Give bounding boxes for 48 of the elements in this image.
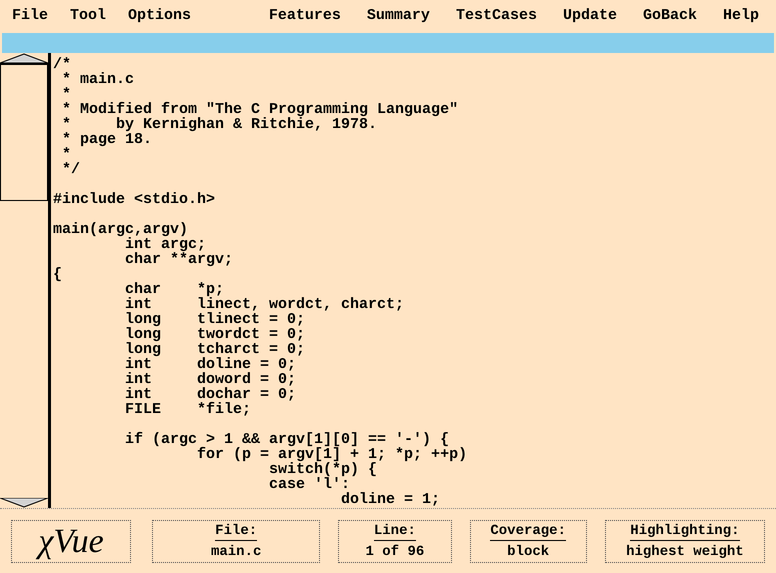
status-label: File:: [215, 522, 258, 540]
status-value: main.c: [210, 542, 262, 560]
menu-item[interactable]: Summary: [366, 5, 430, 28]
code-line: *: [61, 87, 72, 102]
menu-item[interactable]: Help: [722, 5, 759, 28]
menu-item[interactable]: Update: [562, 5, 617, 28]
code-line: long tcharct = 0;: [124, 342, 306, 357]
code-line: case 'l':: [268, 477, 350, 492]
code-line: * Modified from "The C Programming Language": [61, 102, 460, 117]
scrollbar[interactable]: [0, 53, 51, 508]
status-label: Highlighting:: [630, 522, 740, 540]
code-line: * by Kernighan & Ritchie, 1978.: [61, 117, 378, 132]
menu-item[interactable]: File: [12, 5, 48, 28]
code-line: int doline = 0;: [124, 357, 298, 372]
code-line: main(argc,argv): [53, 222, 190, 237]
code-line: int doword = 0;: [124, 372, 298, 387]
code-line: if (argc > 1 && argv[1][0] == '-') {: [124, 432, 450, 447]
status-value: block: [507, 542, 550, 560]
code-line: FILE *file;: [124, 402, 252, 417]
status-label: Line:: [374, 522, 416, 540]
menu-item[interactable]: GoBack: [642, 5, 697, 28]
code-line: char *p;: [124, 282, 224, 297]
scroll-down-icon[interactable]: [0, 498, 48, 508]
code-line: switch(*p) {: [268, 462, 378, 477]
menu-item[interactable]: TestCases: [456, 5, 537, 28]
code-line: #include <stdio.h>: [53, 192, 216, 207]
code-line: /*: [53, 57, 72, 72]
menu-item[interactable]: Features: [268, 5, 341, 28]
code-line: long twordct = 0;: [124, 327, 306, 342]
code-line: char **argv;: [124, 252, 234, 267]
code-line: *: [61, 147, 72, 162]
code-line: int linect, wordct, charct;: [124, 297, 406, 312]
logo: χVue: [11, 520, 132, 562]
status-label: Coverage:: [490, 522, 566, 540]
code-line: int argc;: [125, 237, 206, 252]
menu-item[interactable]: Options: [128, 5, 192, 28]
menu-item[interactable]: Tool: [70, 5, 106, 28]
code-line: for (p = argv[1] + 1; *p; ++p): [196, 447, 468, 462]
status-value: highest weight: [626, 542, 744, 560]
code-line: int dochar = 0;: [124, 387, 298, 402]
code-line: */: [61, 162, 82, 177]
scroll-thumb[interactable]: [0, 63, 48, 201]
code-line: long tlinect = 0;: [124, 312, 306, 327]
code-line: * main.c: [61, 72, 136, 87]
code-line: doline = 1;: [340, 492, 442, 507]
code-line: {: [53, 267, 64, 282]
status-value: 1 of 96: [365, 542, 424, 560]
code-line: * page 18.: [61, 132, 152, 147]
